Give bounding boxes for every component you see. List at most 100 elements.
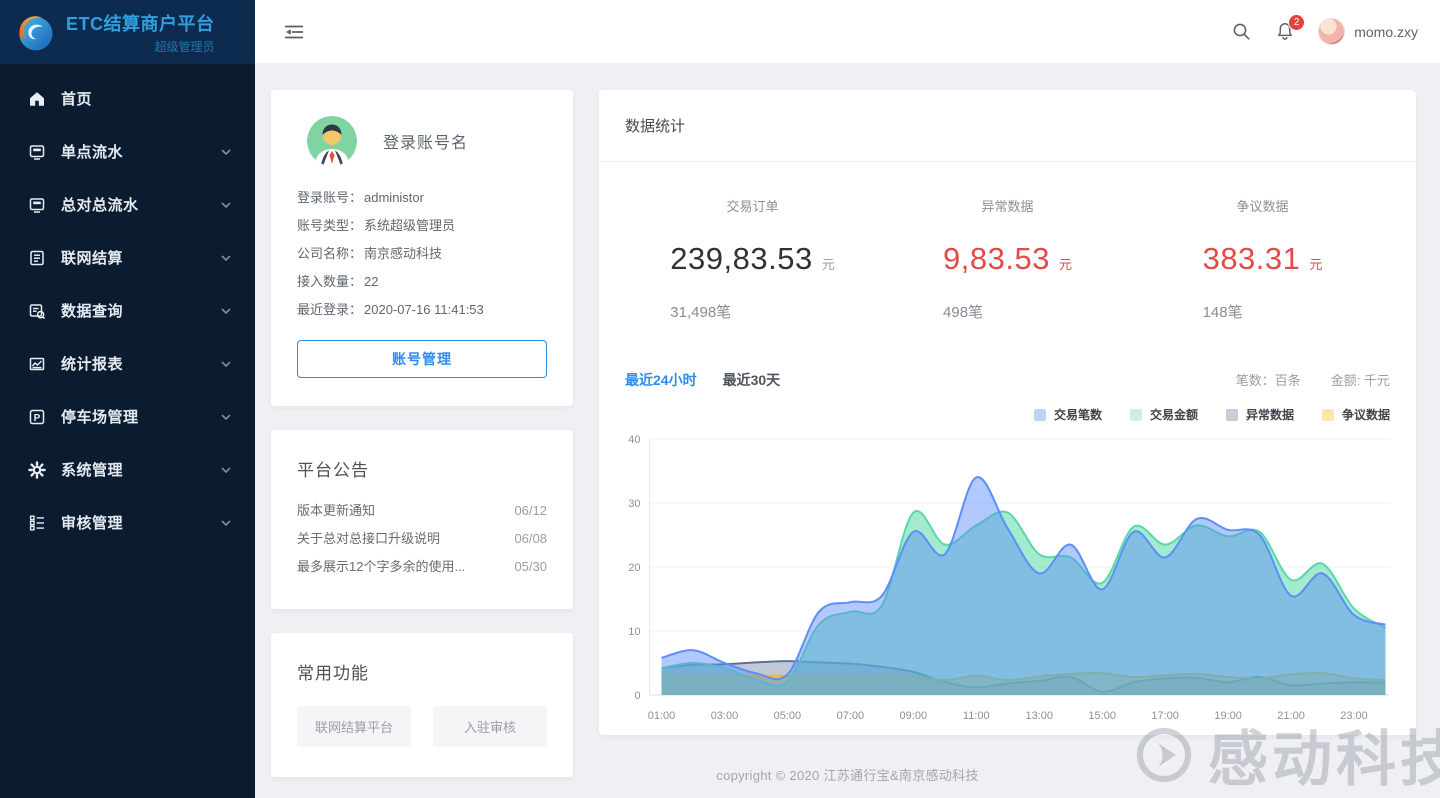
quick-actions-card: 常用功能 联网结算平台 入驻审核	[271, 633, 573, 777]
chart-range-tabs: 最近24小时 最近30天 笔数：百条 金额: 千元	[599, 370, 1416, 390]
x-tick-label: 05:00	[774, 710, 802, 722]
sidebar-item-audit[interactable]: 审核管理	[0, 496, 255, 549]
chart-legend: 交易笔数 交易金额 异常数据 争议数据	[599, 390, 1416, 423]
report-icon	[28, 355, 46, 373]
legend-swatch	[1034, 409, 1046, 421]
sidebar-item-data-query[interactable]: 数据查询	[0, 284, 255, 337]
profile-field-access-count: 接入数量：22	[297, 268, 547, 296]
traffic-chart[interactable]: 01020304001:0003:0005:0007:0009:0011:001…	[599, 423, 1416, 735]
stat-abnormal-data: 异常数据 9,83.53 元 498笔	[880, 196, 1135, 370]
app-title: ETC结算商户平台	[66, 10, 215, 36]
legend-item-争议数据[interactable]: 争议数据	[1322, 406, 1390, 423]
announcements-title: 平台公告	[297, 456, 547, 481]
chevron-down-icon	[221, 202, 231, 208]
x-tick-label: 21:00	[1277, 710, 1305, 722]
stats-panel: 数据统计 交易订单 239,83.53 元 31,498笔 异常数据	[599, 90, 1416, 735]
account-manage-button[interactable]: 账号管理	[297, 340, 547, 378]
x-tick-label: 07:00	[837, 710, 865, 722]
legend-label: 交易金额	[1150, 406, 1198, 423]
y-tick-label: 0	[634, 690, 640, 702]
quick-actions-title: 常用功能	[297, 659, 547, 684]
y-tick-label: 20	[628, 562, 640, 574]
tab-last-24h[interactable]: 最近24小时	[625, 370, 697, 390]
y-tick-label: 30	[628, 498, 640, 510]
single-flow-icon	[28, 143, 46, 161]
profile-field-account: 登录账号：administor	[297, 184, 547, 212]
sidebar-item-home[interactable]: 首页	[0, 72, 255, 125]
legend-item-异常数据[interactable]: 异常数据	[1226, 406, 1294, 423]
chevron-down-icon	[221, 361, 231, 367]
legend-swatch	[1322, 409, 1334, 421]
legend-item-交易金额[interactable]: 交易金额	[1130, 406, 1198, 423]
notification-badge: 2	[1288, 14, 1305, 31]
sidebar-item-total-flow[interactable]: 总对总流水	[0, 178, 255, 231]
y-tick-label: 10	[628, 626, 640, 638]
chevron-down-icon	[221, 414, 231, 420]
chevron-down-icon	[221, 308, 231, 314]
chevron-down-icon	[221, 520, 231, 526]
stats-panel-title: 数据统计	[599, 90, 1416, 162]
avatar	[1318, 18, 1345, 45]
x-tick-label: 09:00	[900, 710, 928, 722]
tab-last-30d[interactable]: 最近30天	[723, 370, 781, 390]
chevron-down-icon	[221, 255, 231, 261]
chevron-down-icon	[221, 467, 231, 473]
notifications-bell-icon[interactable]: 2	[1274, 20, 1296, 43]
y-tick-label: 40	[628, 434, 640, 446]
footer-copyright: copyright © 2020 江苏通行宝&南京感动科技	[255, 765, 1440, 784]
announcements-card: 平台公告 版本更新通知 06/12 关于总对总接口升级说明 06/08 最多展示…	[271, 430, 573, 609]
legend-item-交易笔数[interactable]: 交易笔数	[1034, 406, 1102, 423]
profile-field-company: 公司名称：南京感动科技	[297, 240, 547, 268]
stat-trade-orders: 交易订单 239,83.53 元 31,498笔	[625, 196, 880, 370]
sidebar-item-parking[interactable]: P 停车场管理	[0, 390, 255, 443]
data-query-icon	[28, 302, 46, 320]
chart-units: 笔数：百条 金额: 千元	[1236, 370, 1390, 389]
search-icon[interactable]	[1231, 21, 1252, 42]
topbar: 2 momo.zxy	[255, 0, 1440, 64]
legend-label: 争议数据	[1342, 406, 1390, 423]
x-tick-label: 15:00	[1088, 710, 1116, 722]
sidebar-nav: 首页 单点流水 总对总流水	[0, 64, 255, 549]
x-tick-label: 19:00	[1214, 710, 1242, 722]
content-area: 登录账号名 登录账号：administor 账号类型：系统超级管理员 公司名称：…	[255, 64, 1440, 798]
sidebar-item-single-flow[interactable]: 单点流水	[0, 125, 255, 178]
stat-dispute-data: 争议数据 383.31 元 148笔	[1135, 196, 1390, 370]
profile-avatar	[307, 116, 357, 166]
stats-row: 交易订单 239,83.53 元 31,498笔 异常数据 9,83.53 元	[599, 162, 1416, 370]
x-tick-label: 01:00	[648, 710, 676, 722]
network-settlement-platform-button[interactable]: 联网结算平台	[297, 706, 411, 747]
app-role: 超级管理员	[154, 38, 214, 55]
traffic-chart-svg[interactable]: 01020304001:0003:0005:0007:0009:0011:001…	[611, 427, 1404, 735]
sidebar-item-system[interactable]: 系统管理	[0, 443, 255, 496]
sidebar-item-network-settlement[interactable]: 联网结算	[0, 231, 255, 284]
menu-fold-icon[interactable]	[283, 21, 305, 43]
total-flow-icon	[28, 196, 46, 214]
legend-label: 异常数据	[1246, 406, 1294, 423]
username: momo.zxy	[1354, 24, 1418, 40]
parking-icon: P	[28, 408, 46, 426]
entry-audit-button[interactable]: 入驻审核	[433, 706, 547, 747]
x-tick-label: 11:00	[963, 710, 990, 722]
legend-swatch	[1130, 409, 1142, 421]
profile-title: 登录账号名	[383, 129, 468, 153]
svg-text:P: P	[34, 413, 41, 424]
app-logo-icon	[14, 11, 56, 53]
announcement-item[interactable]: 版本更新通知 06/12	[297, 497, 547, 525]
chevron-down-icon	[221, 149, 231, 155]
sidebar: ETC结算商户平台 超级管理员 首页 单点流水	[0, 0, 255, 798]
legend-swatch	[1226, 409, 1238, 421]
profile-field-type: 账号类型：系统超级管理员	[297, 212, 547, 240]
user-menu[interactable]: momo.zxy	[1318, 18, 1418, 45]
x-tick-label: 17:00	[1151, 710, 1179, 722]
network-settlement-icon	[28, 249, 46, 267]
announcement-item[interactable]: 关于总对总接口升级说明 06/08	[297, 525, 547, 553]
home-icon	[28, 90, 46, 108]
profile-field-last-login: 最近登录：2020-07-16 11:41:53	[297, 296, 547, 324]
system-icon	[28, 461, 46, 479]
brand-header: ETC结算商户平台 超级管理员	[0, 0, 255, 64]
x-tick-label: 13:00	[1025, 710, 1053, 722]
announcement-item[interactable]: 最多展示12个字多余的使用... 05/30	[297, 553, 547, 581]
sidebar-item-report[interactable]: 统计报表	[0, 337, 255, 390]
profile-card: 登录账号名 登录账号：administor 账号类型：系统超级管理员 公司名称：…	[271, 90, 573, 406]
x-tick-label: 23:00	[1340, 710, 1368, 722]
